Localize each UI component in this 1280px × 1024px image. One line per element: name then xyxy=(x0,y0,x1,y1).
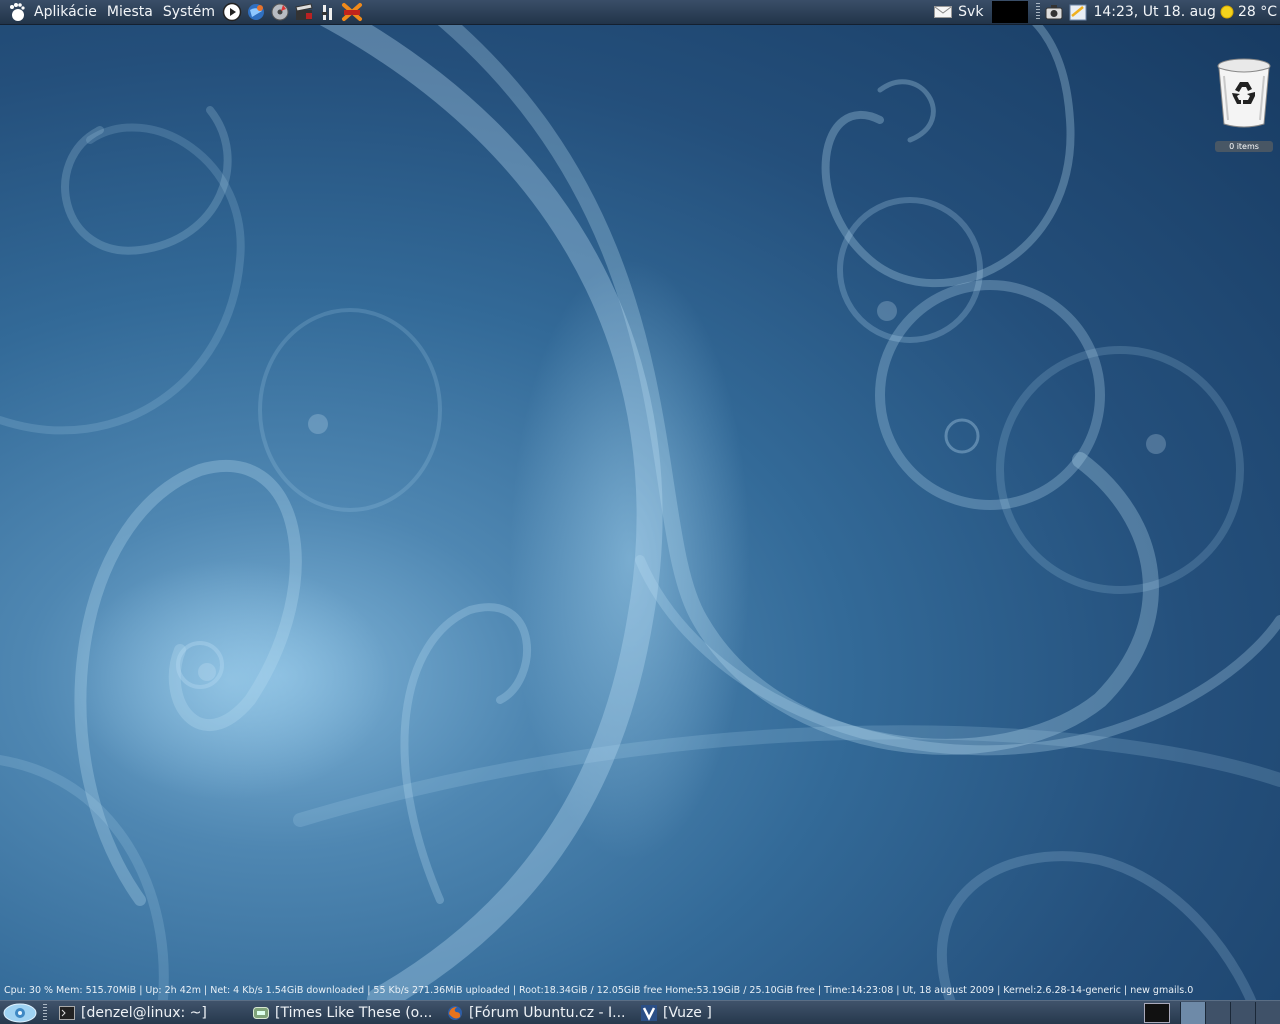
terminal-icon xyxy=(59,1005,75,1021)
screenshot-camera-icon[interactable] xyxy=(1043,1,1065,23)
movie-clapper-icon[interactable] xyxy=(293,1,315,23)
workspace-switcher[interactable] xyxy=(1180,1002,1280,1024)
desktop: Aplikácie Miesta Systém Svk 14:23, Ut 18… xyxy=(0,0,1280,1024)
monitor-applet[interactable] xyxy=(992,1,1029,23)
trash-icon xyxy=(1217,58,1271,128)
task-label: [Fórum Ubuntu.cz - I... xyxy=(469,1005,626,1021)
keyboard-layout-indicator[interactable]: Svk xyxy=(955,0,986,24)
task-firefox[interactable]: [Fórum Ubuntu.cz - I... xyxy=(441,1002,633,1024)
mail-envelope-icon[interactable] xyxy=(932,1,954,23)
bottom-panel-grip[interactable] xyxy=(43,1004,47,1022)
trash-desktop-item[interactable]: 0 items xyxy=(1212,56,1276,153)
workspace-4[interactable] xyxy=(1255,1002,1280,1024)
bottom-panel: [denzel@linux: ~] [Times Like These (o..… xyxy=(0,1000,1280,1024)
music-player-icon xyxy=(253,1005,269,1021)
globe-browser-icon[interactable] xyxy=(245,1,267,23)
temperature[interactable]: 28 °C xyxy=(1235,0,1280,24)
applications-menu[interactable]: Aplikácie xyxy=(29,0,102,24)
task-terminal[interactable]: [denzel@linux: ~] xyxy=(53,1002,245,1024)
workspace-3[interactable] xyxy=(1230,1002,1255,1024)
conky-status-line: Cpu: 30 % Mem: 515.70MiB | Up: 2h 42m | … xyxy=(4,985,1194,996)
media-player-icon[interactable] xyxy=(221,1,243,23)
firefox-icon xyxy=(447,1005,463,1021)
gnome-foot-icon[interactable] xyxy=(6,1,28,23)
vuze-icon xyxy=(641,1005,657,1021)
places-menu[interactable]: Miesta xyxy=(102,0,158,24)
task-music-player[interactable]: [Times Like These (o... xyxy=(247,1002,439,1024)
sun-weather-icon[interactable] xyxy=(1220,1,1234,23)
notes-icon[interactable] xyxy=(1067,1,1089,23)
top-panel: Aplikácie Miesta Systém Svk 14:23, Ut 18… xyxy=(0,0,1280,25)
trash-label: 0 items xyxy=(1215,141,1273,152)
task-label: [Vuze ] xyxy=(663,1005,712,1021)
system-menu[interactable]: Systém xyxy=(158,0,220,24)
task-vuze[interactable]: [Vuze ] xyxy=(635,1002,747,1024)
show-desktop-button[interactable] xyxy=(1144,1003,1170,1023)
wallpaper-swirls xyxy=(0,0,1280,1024)
show-menu-eye-icon[interactable] xyxy=(2,1002,38,1024)
disc-burner-icon[interactable] xyxy=(269,1,291,23)
xchat-icon[interactable] xyxy=(341,1,363,23)
audio-mixer-icon[interactable] xyxy=(317,1,339,23)
task-label: [Times Like These (o... xyxy=(275,1005,433,1021)
panel-grip-handle[interactable] xyxy=(1036,3,1041,21)
workspace-2[interactable] xyxy=(1205,1002,1230,1024)
clock[interactable]: 14:23, Ut 18. aug xyxy=(1090,0,1219,24)
workspace-1[interactable] xyxy=(1180,1002,1205,1024)
task-label: [denzel@linux: ~] xyxy=(81,1005,207,1021)
